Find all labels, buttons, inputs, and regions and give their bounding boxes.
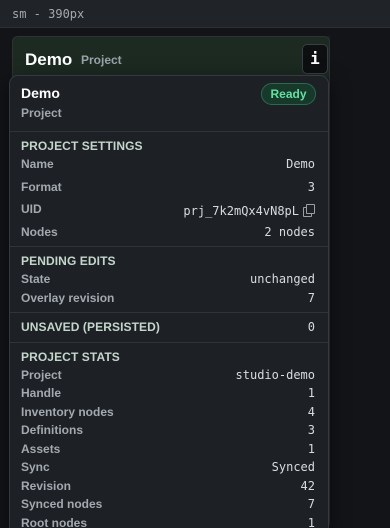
row-nodes: Nodes 2 nodes (10, 225, 328, 243)
unsaved-value: 0 (307, 320, 315, 334)
project-card-subtitle: Project (81, 53, 122, 67)
popover-title: Demo (21, 85, 60, 101)
viewport-label-bar: sm - 390px (0, 0, 390, 28)
row-key: Project (21, 368, 62, 382)
row-value: 2 nodes (264, 225, 315, 239)
project-card-title: Demo (25, 50, 73, 69)
row-value: 1 (307, 442, 315, 456)
divider (10, 312, 328, 313)
row-value: 3 (307, 180, 315, 194)
popover-subtitle: Project (21, 106, 62, 120)
row-key: Definitions (21, 423, 83, 437)
divider (10, 246, 328, 247)
row-uid: UID prj_7k2mQx4vN8pL (10, 202, 328, 220)
row-value: Demo (286, 157, 315, 171)
row-key: Nodes (21, 225, 58, 239)
row-key: Synced nodes (21, 497, 103, 511)
row-key: Assets (21, 442, 61, 456)
section-heading-project-settings: PROJECT SETTINGS (21, 139, 143, 153)
row-sync: Sync Synced (10, 460, 328, 478)
row-value: 4 (307, 405, 315, 419)
viewport-label: sm - 390px (12, 7, 85, 21)
status-badge: Ready (261, 83, 316, 105)
row-value: 1 (307, 386, 315, 400)
row-key: Handle (21, 386, 62, 400)
section-heading-project-stats: PROJECT STATS (21, 350, 120, 364)
row-key: Format (21, 180, 62, 194)
row-key: Sync (21, 460, 50, 474)
row-key: Root nodes (21, 516, 87, 528)
divider (10, 131, 328, 132)
section-heading-pending-edits: PENDING EDITS (21, 254, 116, 268)
row-key: Name (21, 157, 54, 171)
row-overlay-revision: Overlay revision 7 (10, 291, 328, 309)
row-key: Overlay revision (21, 291, 115, 305)
row-handle: Handle 1 (10, 386, 328, 404)
row-inventory-nodes: Inventory nodes 4 (10, 405, 328, 423)
row-value: studio-demo (235, 368, 315, 382)
project-info-popover: Demo Project Ready PROJECT SETTINGS Name… (9, 75, 329, 528)
row-value: 3 (307, 423, 315, 437)
row-assets: Assets 1 (10, 442, 328, 460)
row-revision: Revision 42 (10, 479, 328, 497)
row-value: 7 (307, 497, 315, 511)
row-value: 42 (300, 479, 315, 493)
row-key: State (21, 272, 51, 286)
row-name: Name Demo (10, 157, 328, 175)
row-root-nodes: Root nodes 1 (10, 516, 328, 528)
row-unsaved: UNSAVED (PERSISTED) 0 (10, 320, 328, 338)
project-card-header: Demo Project (13, 37, 329, 77)
section-heading-unsaved: UNSAVED (PERSISTED) (21, 320, 161, 334)
row-format: Format 3 (10, 180, 328, 198)
divider (10, 342, 328, 343)
info-button[interactable]: i (302, 44, 328, 74)
row-value: Synced (271, 460, 315, 474)
row-project: Project studio-demo (10, 368, 328, 386)
row-value: 1 (307, 516, 315, 528)
row-key: Inventory nodes (21, 405, 114, 419)
row-value: 7 (307, 291, 315, 305)
copy-icon[interactable] (303, 204, 315, 217)
uid-value-group: prj_7k2mQx4vN8pL (183, 202, 315, 220)
uid-value: prj_7k2mQx4vN8pL (183, 204, 299, 218)
row-value: unchanged (249, 272, 315, 286)
row-state: State unchanged (10, 272, 328, 290)
row-definitions: Definitions 3 (10, 423, 328, 441)
row-synced-nodes: Synced nodes 7 (10, 497, 328, 515)
row-key: UID (21, 202, 42, 216)
row-key: Revision (21, 479, 72, 493)
